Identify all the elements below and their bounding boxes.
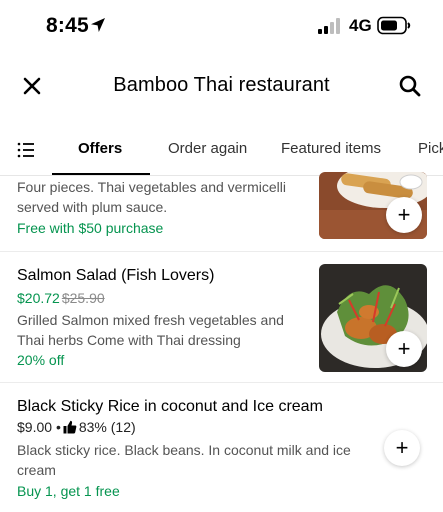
tab-offers[interactable]: Offers (78, 140, 122, 157)
tab-picked[interactable]: Pick (418, 140, 443, 157)
item-rating: 83% (12) (78, 419, 136, 435)
item-title: Salmon Salad (Fish Lovers) (17, 267, 215, 284)
item-title: Black Sticky Rice in coconut and Ice cre… (17, 398, 323, 415)
location-arrow-icon (91, 18, 105, 32)
network-type: 4G (349, 16, 372, 35)
tab-featured-items[interactable]: Featured items (281, 140, 381, 157)
menu-list-icon[interactable] (14, 138, 38, 162)
add-item-button[interactable]: + (386, 197, 422, 233)
thumbs-up-icon (63, 420, 77, 434)
separator-dot: • (55, 419, 61, 435)
category-tabs: Offers Order again Featured items Pick (0, 128, 443, 176)
page-title: Bamboo Thai restaurant (113, 74, 330, 96)
status-time: 8:45 (46, 14, 89, 37)
item-promo: Free with $50 purchase (17, 220, 164, 236)
battery-icon (377, 16, 411, 35)
add-item-button[interactable]: + (386, 331, 422, 367)
search-icon[interactable] (396, 72, 424, 100)
item-description: Black sticky rice. Black beans. In cocon… (17, 442, 351, 478)
menu-item-spring-rolls[interactable]: Four pieces. Thai vegetables and vermice… (0, 172, 443, 252)
menu-item-salmon-salad[interactable]: Salmon Salad (Fish Lovers) $20.72 $25.90 … (0, 252, 443, 383)
item-price-rating: $9.00 • 83% (12) (17, 419, 136, 435)
app-header: Bamboo Thai restaurant (0, 60, 443, 112)
add-item-button[interactable]: + (384, 430, 420, 466)
item-price: $9.00 (17, 419, 53, 435)
sale-price: $20.72 (17, 290, 60, 306)
item-description: Grilled Salmon mixed fresh vegetables an… (17, 312, 284, 348)
item-description: Four pieces. Thai vegetables and vermice… (17, 179, 286, 215)
original-price: $25.90 (61, 290, 105, 306)
item-promo: Buy 1, get 1 free (17, 483, 120, 499)
close-icon[interactable] (18, 72, 46, 100)
status-bar: 8:45 4G (0, 0, 443, 54)
tab-order-again[interactable]: Order again (168, 140, 247, 157)
item-promo: 20% off (17, 352, 65, 368)
cellular-signal-icon (318, 18, 340, 34)
menu-item-black-sticky-rice[interactable]: Black Sticky Rice in coconut and Ice cre… (0, 383, 443, 512)
item-price: $20.72 $25.90 (17, 290, 105, 306)
